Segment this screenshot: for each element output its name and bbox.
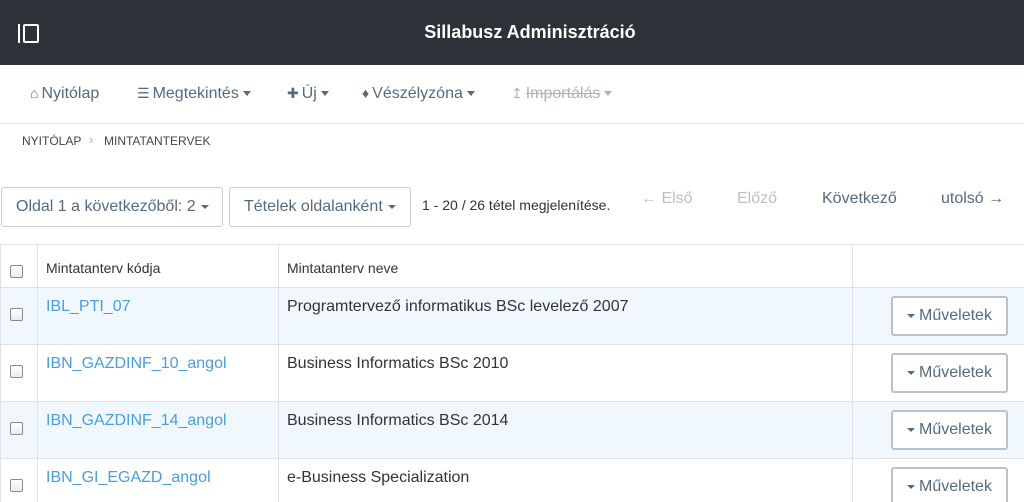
curriculum-name: Business Informatics BSc 2014 [287,412,509,429]
pager-prev-link[interactable]: Előző [737,189,777,209]
curriculum-name: Programtervező informatikus BSc levelező… [287,298,629,315]
row-checkbox[interactable] [10,365,23,378]
chevron-down-icon [907,484,916,489]
nav-import-menu[interactable]: ↥ Importálás [511,65,613,124]
breadcrumb: Nyitólap › Mintatantervek [0,124,1024,158]
table-row: IBN_GI_EGAZD_angol e-Business Specializa… [1,459,1024,502]
chevron-down-icon [242,91,251,97]
table-row: IBL_PTI_07 Programtervező informatikus B… [1,288,1024,345]
nav-view-label: Megtekintés [152,85,239,102]
pager-info: 1 - 20 / 26 tétel megjelenítése. [422,197,611,213]
curriculum-code-link[interactable]: IBL_PTI_07 [46,298,131,316]
actions-button[interactable]: Műveletek [891,353,1008,393]
curriculum-code-link[interactable]: IBN_GAZDINF_14_angol [46,412,227,430]
nav-danger-zone-menu[interactable]: ♦ Vészélyzóna [362,65,475,124]
chevron-down-icon [907,427,916,432]
nav-new-menu[interactable]: ✚ Új [287,65,329,124]
actions-button[interactable]: Műveletek [891,467,1008,502]
chevron-right-icon: › [89,132,94,147]
chevron-down-icon [466,91,475,97]
drop-icon: ♦ [362,85,370,101]
home-icon: ⌂ [30,85,39,101]
pager-last-link[interactable]: utolsó → [941,189,1004,209]
page-select-button[interactable]: Oldal 1 a következőből: 2 [1,187,223,227]
nav-home-label: Nyitólap [41,85,100,102]
chevron-down-icon [387,204,396,209]
table-row: IBN_GAZDINF_10_angol Business Informatic… [1,345,1024,402]
per-page-button[interactable]: Tételek oldalanként [229,187,411,227]
list-icon: ☰ [137,85,150,101]
table-row: IBN_GAZDINF_14_angol Business Informatic… [1,402,1024,459]
per-page-label: Tételek oldalanként [244,198,383,215]
top-bar: Sillabusz Adminisztráció [0,0,1024,65]
nav-view-menu[interactable]: ☰ Megtekintés [137,65,251,124]
breadcrumb-home[interactable]: Nyitólap [22,134,81,148]
pager-first-link[interactable]: ← Első [641,189,693,209]
row-checkbox[interactable] [10,422,23,435]
nav-home[interactable]: ⌂ Nyitólap [30,65,99,124]
plus-icon: ✚ [287,85,299,101]
column-header-name[interactable]: Mintatanterv neve [287,260,398,276]
curriculum-code-link[interactable]: IBN_GAZDINF_10_angol [46,355,227,373]
actions-label: Műveletek [919,307,992,324]
upload-icon: ↥ [511,85,523,101]
actions-button[interactable]: Műveletek [891,296,1008,336]
breadcrumb-current: Mintatantervek [104,134,211,148]
main-nav: ⌂ Nyitólap ☰ Megtekintés ✚ Új ♦ Vészélyzóna … [0,65,1024,124]
select-all-checkbox[interactable] [10,265,23,278]
chevron-down-icon [907,313,916,318]
chevron-down-icon [907,370,916,375]
row-checkbox[interactable] [10,479,23,492]
pager-next-link[interactable]: Következő [822,189,897,209]
curriculum-name: e-Business Specialization [287,469,470,486]
actions-label: Műveletek [919,478,992,495]
column-header-code[interactable]: Mintatanterv kódja [46,260,160,276]
curriculum-name: Business Informatics BSc 2010 [287,355,509,372]
chevron-down-icon [320,91,329,97]
chevron-down-icon [604,91,613,97]
curriculum-code-link[interactable]: IBN_GI_EGAZD_angol [46,469,211,487]
curricula-table: Mintatanterv kódja Mintatanterv neve IBL… [0,244,1024,502]
nav-import-label: Importálás [525,85,601,102]
app-title: Sillabusz Adminisztráció [424,22,636,42]
nav-new-label: Új [301,85,317,102]
actions-label: Műveletek [919,421,992,438]
actions-label: Műveletek [919,364,992,381]
nav-danger-zone-label: Vészélyzóna [372,85,463,102]
actions-button[interactable]: Műveletek [891,410,1008,450]
row-checkbox[interactable] [10,308,23,321]
page-select-label: Oldal 1 a következőből: 2 [16,198,196,215]
table-header-row: Mintatanterv kódja Mintatanterv neve [1,245,1024,288]
chevron-down-icon [200,204,209,209]
